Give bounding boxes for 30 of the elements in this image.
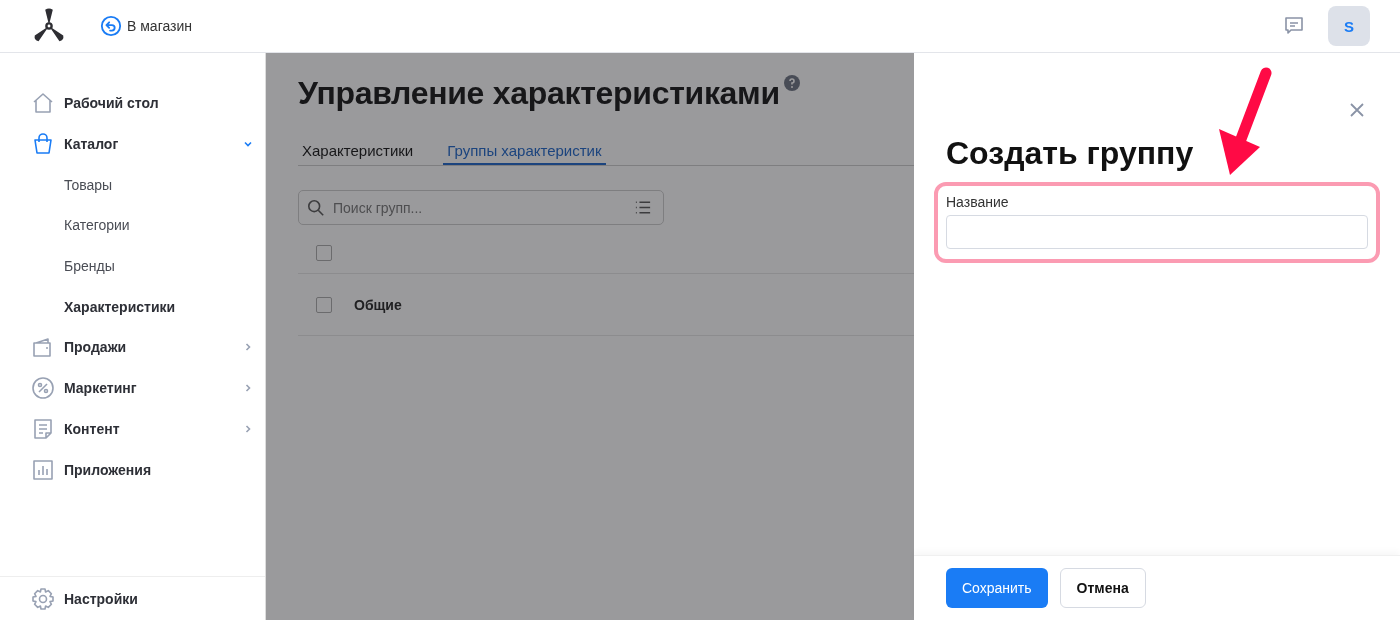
checkbox[interactable]	[316, 244, 332, 261]
cancel-button[interactable]: Отмена	[1059, 568, 1146, 608]
sidebar-item[interactable]: Рабочий стол	[0, 83, 265, 124]
field-label: Название	[946, 194, 1010, 210]
sidebar-item[interactable]: Продажи	[0, 327, 265, 368]
page-title: Управление характеристиками	[298, 75, 780, 112]
sidebar-subitem[interactable]: Товары	[0, 164, 265, 206]
tab[interactable]: Характеристики	[298, 138, 418, 165]
search-field[interactable]: Поиск групп...	[298, 190, 664, 225]
sidebar-subitem[interactable]: Характеристики	[0, 286, 265, 328]
sidebar-item[interactable]: Контент	[0, 408, 265, 450]
sidebar-subitem[interactable]: Категории	[0, 205, 265, 246]
close-icon[interactable]	[1350, 103, 1364, 117]
save-button[interactable]: Сохранить	[946, 568, 1048, 608]
name-input[interactable]	[946, 215, 1368, 249]
sidebar-item[interactable]: Каталог	[0, 123, 265, 165]
sidebar-item[interactable]: Маркетинг	[0, 367, 265, 409]
tab[interactable]: Группы характеристик	[443, 138, 606, 165]
search-icon	[307, 198, 325, 217]
drawer-title: Создать группу	[946, 135, 1195, 172]
sidebar-subitem[interactable]: Бренды	[0, 245, 265, 287]
settings-item[interactable]: Настройки	[0, 576, 265, 620]
help-icon[interactable]	[783, 75, 800, 91]
back-to-store-link[interactable]: В магазин	[100, 15, 193, 37]
settings-icon	[31, 586, 55, 611]
checkbox[interactable]	[316, 296, 332, 313]
list-icon[interactable]	[635, 201, 651, 214]
sidebar-item[interactable]: Приложения	[0, 449, 265, 490]
search-input[interactable]: Поиск групп...	[331, 198, 629, 217]
table-cell: Общие	[354, 296, 402, 313]
